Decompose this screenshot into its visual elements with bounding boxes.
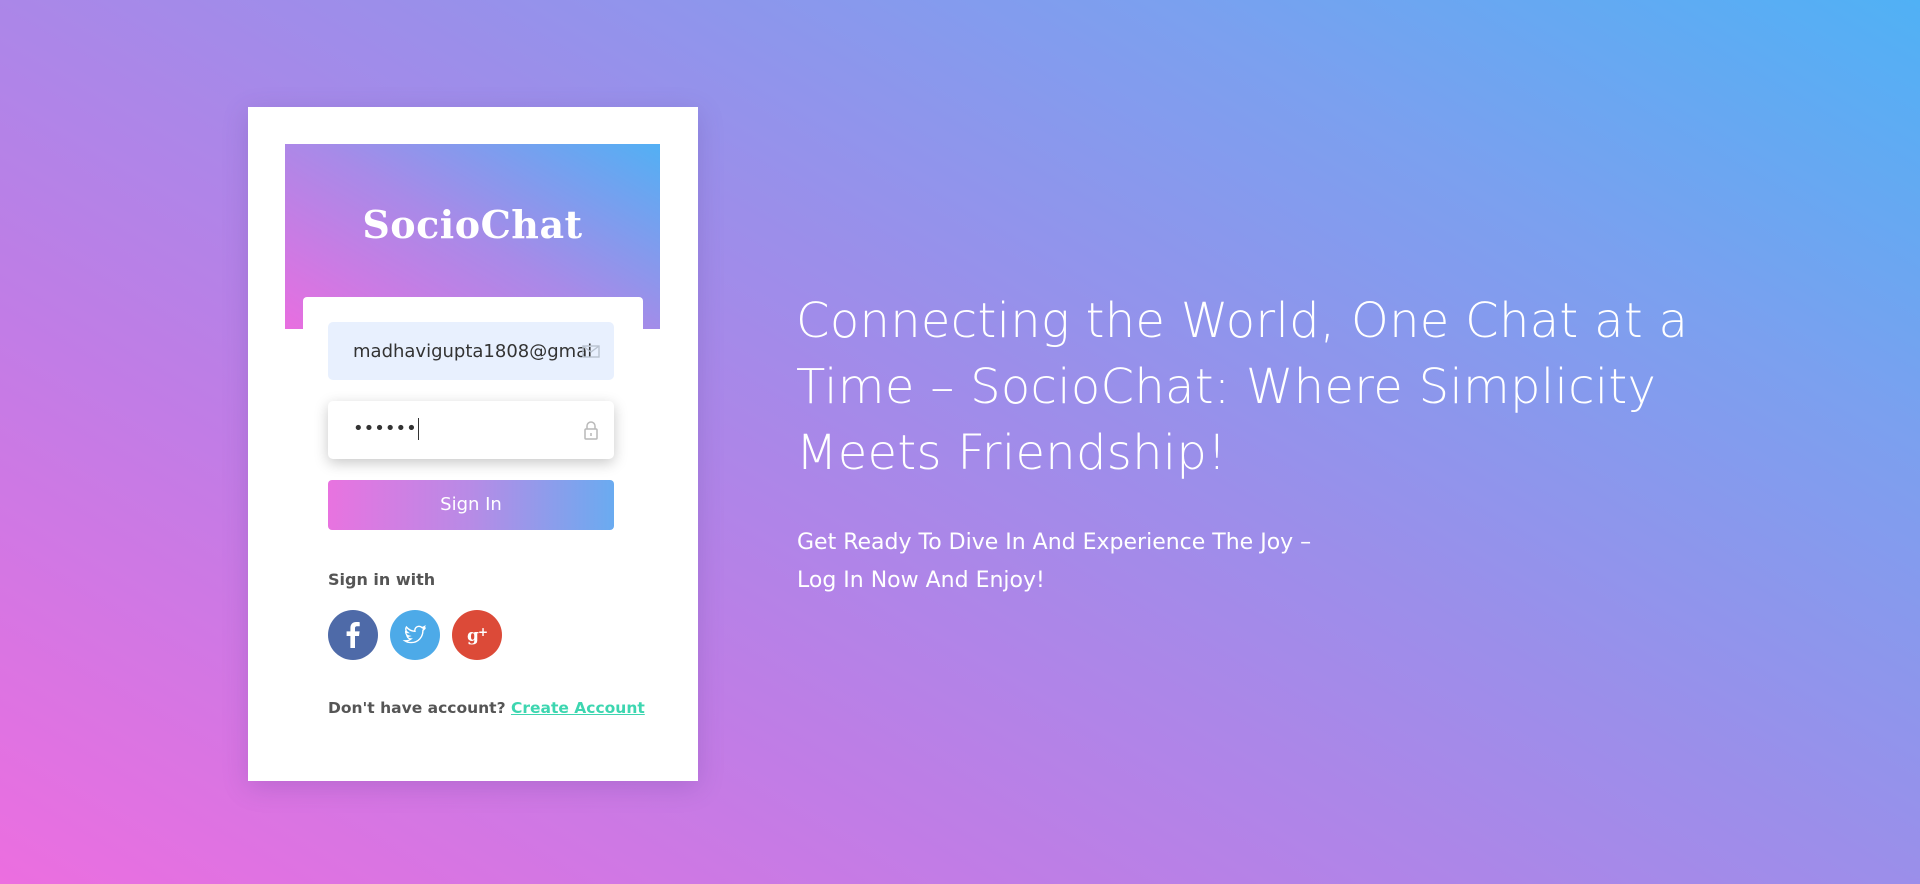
facebook-icon [328,610,378,660]
hero-subtitle: Get Ready To Dive In And Experience The … [797,524,1357,600]
sign-in-button[interactable]: Sign In [328,480,614,530]
no-account-text: Don't have account? [328,699,506,717]
password-value[interactable]: •••••• [353,418,593,440]
login-card: SocioChat madhavigupta1808@gmail.com •••… [248,107,698,781]
twitter-bird-icon [390,610,440,660]
sign-in-with-label: Sign in with [328,570,436,589]
hero-title: Connecting the World, One Chat at a Time… [796,293,1689,481]
hero-subtitle-line-1: Get Ready To Dive In And Experience The … [797,530,1312,555]
envelope-icon [582,341,600,361]
svg-text:+: + [478,625,488,639]
facebook-button[interactable] [328,610,378,660]
google-plus-button[interactable]: g + [452,610,502,660]
email-field[interactable]: madhavigupta1808@gmail.com [328,322,614,380]
password-field[interactable]: •••••• [328,401,614,459]
login-form: madhavigupta1808@gmail.com •••••• Sign I… [303,297,645,737]
text-caret [417,418,419,440]
create-account-link[interactable]: Create Account [511,699,645,717]
brand-logo-text: SocioChat [362,202,583,247]
twitter-button[interactable] [390,610,440,660]
email-value[interactable]: madhavigupta1808@gmail.com [353,341,593,362]
lock-icon [582,420,600,440]
signup-prompt: Don't have account? Create Account [328,699,645,717]
hero-subtitle-line-2: Log In Now And Enjoy! [797,568,1045,593]
google-plus-icon: g + [452,610,502,660]
